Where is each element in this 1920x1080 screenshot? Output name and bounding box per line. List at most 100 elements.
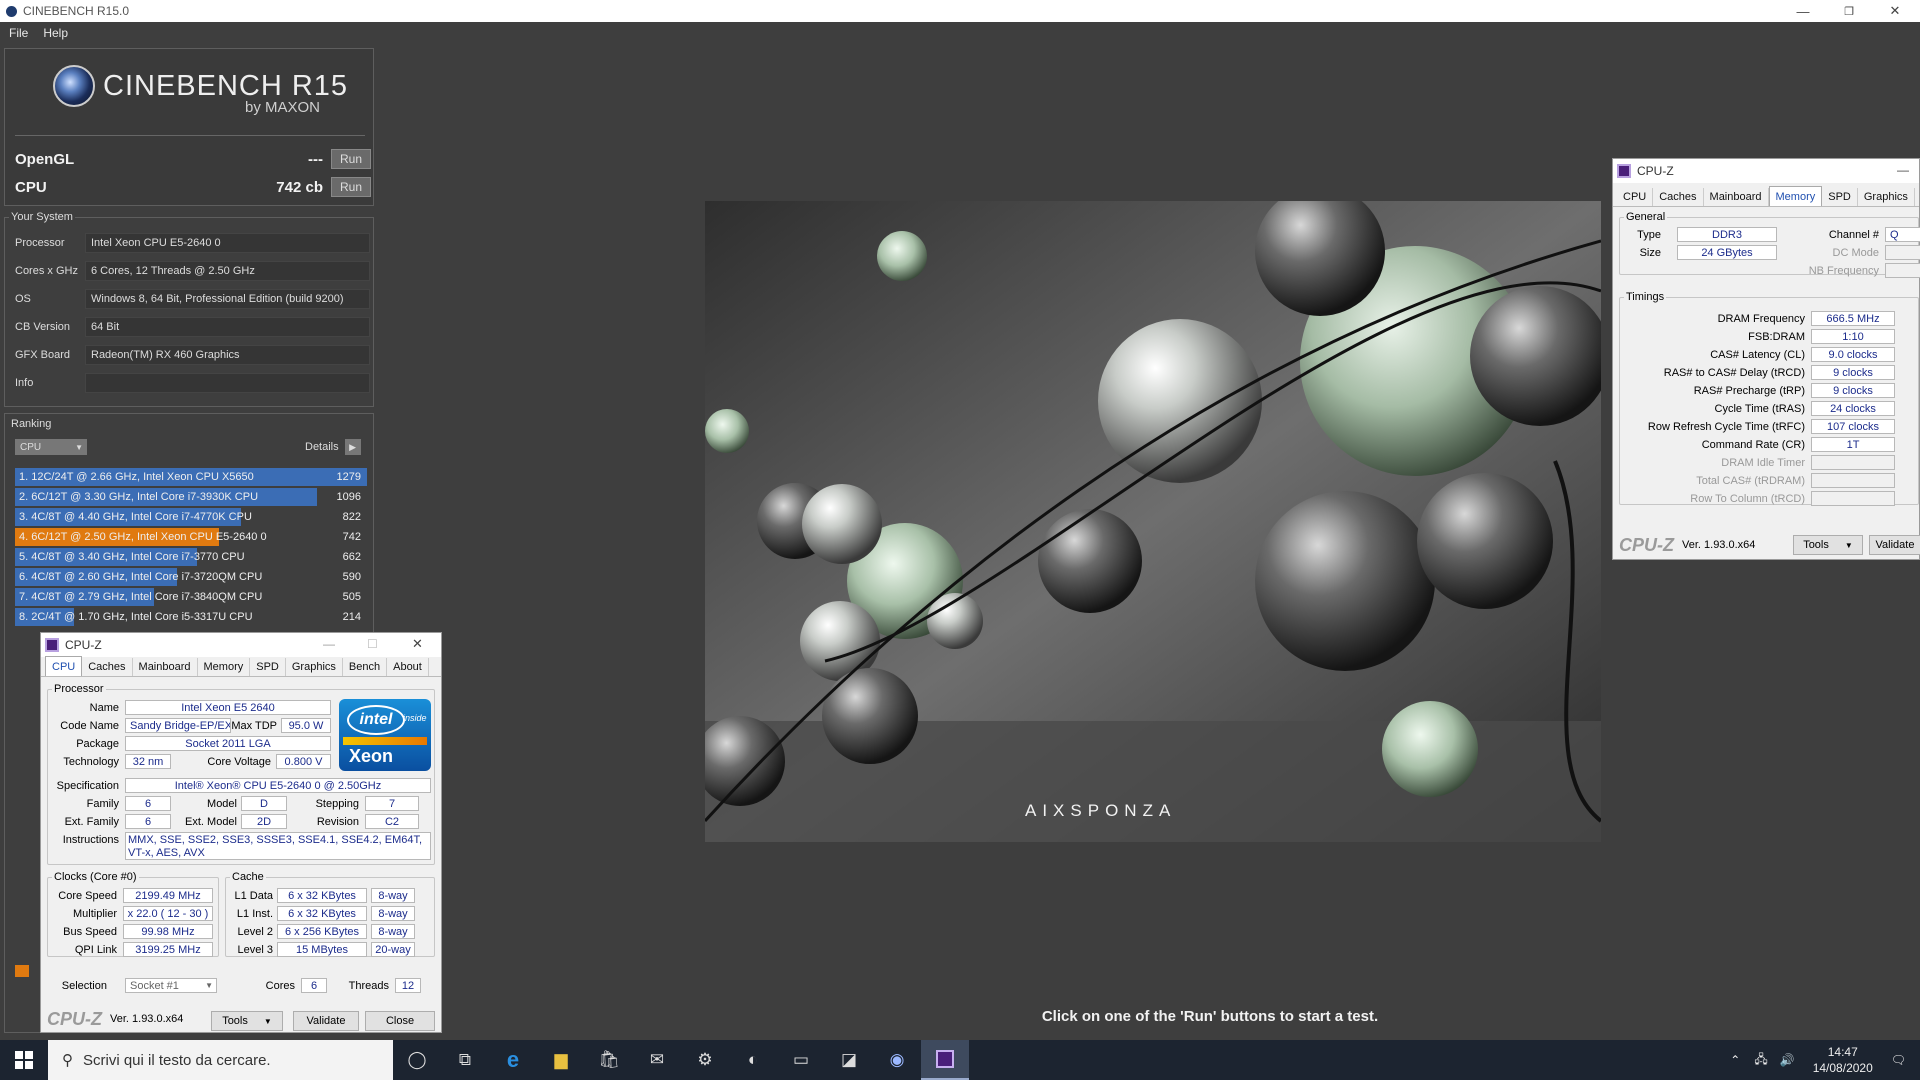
settings-gear-icon[interactable]: ⚙ — [681, 1040, 729, 1080]
app-icon[interactable]: ◐ — [729, 1040, 777, 1080]
socket-select[interactable]: Socket #1 ▼ — [125, 978, 217, 993]
system-row-value — [85, 373, 370, 393]
ranking-type-dropdown[interactable]: CPU ▼ — [15, 439, 87, 455]
tab-cpu[interactable]: CPU — [1617, 188, 1654, 206]
details-label: Details — [305, 441, 339, 453]
ranking-item[interactable]: 5. 4C/8T @ 3.40 GHz, Intel Core i7-3770 … — [15, 548, 367, 566]
chevron-up-icon[interactable]: ⌃ — [1730, 1053, 1740, 1067]
ranking-item-label: 8. 2C/4T @ 1.70 GHz, Intel Core i5-3317U… — [19, 611, 253, 623]
volume-icon[interactable]: 🔊 — [1780, 1053, 1795, 1067]
tab-spd[interactable]: SPD — [1822, 188, 1858, 206]
ranking-item-score: 1279 — [336, 471, 361, 483]
ranking-item[interactable]: 7. 4C/8T @ 2.79 GHz, Intel Core i7-3840Q… — [15, 588, 367, 606]
cpu-run-button[interactable]: Run — [331, 177, 371, 197]
edge-icon[interactable]: e — [489, 1040, 537, 1080]
cpuz-app-icon — [1617, 164, 1631, 178]
logo-score-panel: CINEBENCH R15 by MAXON OpenGL --- Run CP… — [4, 48, 374, 206]
l1-inst-label: L1 Inst. — [236, 908, 273, 920]
package-field: Socket 2011 LGA — [125, 736, 331, 751]
taskbar-search[interactable]: ⚲ Scrivi qui il testo da cercare. — [48, 1040, 393, 1080]
core-speed-field: 2199.49 MHz — [123, 888, 213, 903]
ranking-item-label: 5. 4C/8T @ 3.40 GHz, Intel Core i7-3770 … — [19, 551, 245, 563]
intel-xeon-logo: intel inside Xeon — [339, 699, 431, 771]
tab-cpu[interactable]: CPU — [45, 656, 83, 676]
close-icon[interactable]: ✕ — [412, 636, 423, 652]
tab-bench[interactable]: Bench — [343, 658, 388, 676]
cache-legend: Cache — [232, 871, 264, 883]
tools-button[interactable]: Tools ▼ — [211, 1011, 283, 1031]
cpuz-title: CPU-Z — [65, 638, 102, 652]
menu-file[interactable]: File — [9, 26, 28, 40]
xeon-logo-text: Xeon — [349, 746, 394, 766]
dc-mode-label: DC Mode — [1832, 247, 1879, 259]
cpu-score-row: CPU 742 cb Run — [15, 175, 371, 199]
tab-caches[interactable]: Caches — [82, 658, 133, 676]
timing-label: Total CAS# (tRDRAM) — [1696, 475, 1805, 487]
opengl-run-button[interactable]: Run — [331, 149, 371, 169]
menu-help[interactable]: Help — [43, 26, 68, 40]
task-view-icon[interactable]: ⧉ — [441, 1040, 489, 1080]
cpuz-memory-window[interactable]: CPU-Z — CPU Caches Mainboard Memory SPD Graph… — [1612, 158, 1920, 560]
system-row-value: 64 Bit — [85, 317, 370, 337]
app-tool-icon[interactable]: ◪ — [825, 1040, 873, 1080]
cpuz-brand: CPU-Z — [47, 1008, 102, 1029]
cpu-score: 742 cb — [276, 178, 323, 196]
mail-icon[interactable]: ✉ — [633, 1040, 681, 1080]
timing-value: 9 clocks — [1811, 383, 1895, 398]
cinebench-taskbar-icon[interactable]: ◉ — [873, 1040, 921, 1080]
ranking-item[interactable]: 1. 12C/24T @ 2.66 GHz, Intel Xeon CPU X5… — [15, 468, 367, 486]
ranking-item-label: 1. 12C/24T @ 2.66 GHz, Intel Xeon CPU X5… — [19, 471, 254, 483]
timing-label: RAS# Precharge (tRP) — [1693, 385, 1805, 397]
tab-graphics[interactable]: Graphics — [286, 658, 343, 676]
app-window-icon[interactable]: ▭ — [777, 1040, 825, 1080]
store-icon[interactable]: 🛍 — [585, 1040, 633, 1080]
timing-value: 1:10 — [1811, 329, 1895, 344]
cpuz-cpu-window[interactable]: CPU-Z — ☐ ✕ CPU Caches Mainboard Memory SPD G… — [40, 632, 442, 1033]
ext-model-label: Ext. Model — [185, 816, 237, 828]
ranking-item[interactable]: 3. 4C/8T @ 4.40 GHz, Intel Core i7-4770K… — [15, 508, 367, 526]
tab-spd[interactable]: SPD — [250, 658, 286, 676]
network-icon[interactable]: 🖧 — [1754, 1050, 1767, 1071]
ranking-item[interactable]: 6. 4C/8T @ 2.60 GHz, Intel Core i7-3720Q… — [15, 568, 367, 586]
start-button[interactable] — [0, 1040, 48, 1080]
tools-button[interactable]: Tools ▼ — [1793, 535, 1863, 555]
ranking-item[interactable]: 2. 6C/12T @ 3.30 GHz, Intel Core i7-3930… — [15, 488, 367, 506]
selection-label: Selection — [61, 980, 107, 992]
notifications-icon[interactable]: 🗨 — [1891, 1053, 1906, 1067]
dc-mode-field — [1885, 245, 1920, 260]
validate-button[interactable]: Validate — [293, 1011, 359, 1031]
ranking-title: Ranking — [9, 418, 54, 430]
logo-subtitle: by MAXON — [245, 99, 321, 116]
tab-mainboard[interactable]: Mainboard — [133, 658, 198, 676]
system-tray: ⌃ 🖧 🔊 14:47 14/08/2020 🗨 — [1722, 1040, 1920, 1080]
system-row-value: Radeon(TM) RX 460 Graphics — [85, 345, 370, 365]
tab-graphics[interactable]: Graphics — [1858, 188, 1915, 206]
tab-mainboard[interactable]: Mainboard — [1704, 188, 1769, 206]
type-label: Type — [1637, 229, 1661, 241]
socket-select-value: Socket #1 — [130, 979, 179, 992]
run-hint-text: Click on one of the 'Run' buttons to sta… — [1041, 1008, 1379, 1025]
ranking-item[interactable]: 4. 6C/12T @ 2.50 GHz, Intel Xeon CPU E5-… — [15, 528, 367, 546]
minimize-icon[interactable]: — — [323, 637, 335, 651]
file-explorer-icon[interactable]: ▆ — [537, 1040, 585, 1080]
tab-caches[interactable]: Caches — [1653, 188, 1704, 206]
close-button[interactable]: ✕ — [1872, 0, 1918, 22]
close-button[interactable]: Close — [365, 1011, 435, 1031]
cpuz-taskbar-icon[interactable] — [921, 1040, 969, 1080]
ranking-item-score: 590 — [342, 571, 361, 583]
stepping-label: Stepping — [315, 798, 359, 810]
system-row-label: Cores x GHz — [15, 265, 78, 277]
details-button[interactable]: Details ▶ — [305, 439, 361, 455]
tab-memory[interactable]: Memory — [198, 658, 251, 676]
system-row: Cores x GHz 6 Cores, 12 Threads @ 2.50 GH… — [15, 260, 370, 282]
cortana-icon[interactable]: ◯ — [393, 1040, 441, 1080]
ranking-item[interactable]: 8. 2C/4T @ 1.70 GHz, Intel Core i5-3317U… — [15, 608, 367, 626]
clock[interactable]: 14:47 14/08/2020 — [1813, 1044, 1873, 1076]
timing-value — [1811, 455, 1895, 470]
restore-button[interactable]: ❐ — [1826, 0, 1872, 22]
validate-button[interactable]: Validate — [1869, 535, 1920, 555]
minimize-button[interactable]: — — [1780, 0, 1826, 22]
minimize-icon[interactable]: — — [1897, 163, 1909, 177]
tab-memory[interactable]: Memory — [1768, 186, 1823, 206]
tab-about[interactable]: About — [387, 658, 429, 676]
